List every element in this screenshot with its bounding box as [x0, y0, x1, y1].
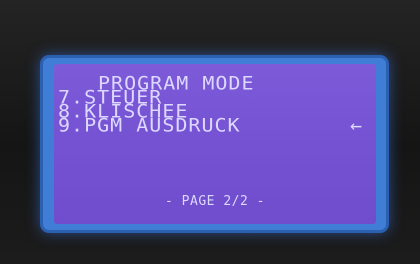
menu-item-pgm-ausdruck[interactable]: 9.PGM AUSDRUCK — [58, 115, 241, 134]
device-frame: PROGRAM MODE 7.STEUER 8.KLISCHEE 9.PGM A… — [0, 0, 420, 264]
lcd-screen: PROGRAM MODE 7.STEUER 8.KLISCHEE 9.PGM A… — [54, 64, 376, 224]
selection-arrow-icon: ← — [350, 113, 363, 137]
page-indicator: - PAGE 2/2 - — [165, 194, 265, 209]
